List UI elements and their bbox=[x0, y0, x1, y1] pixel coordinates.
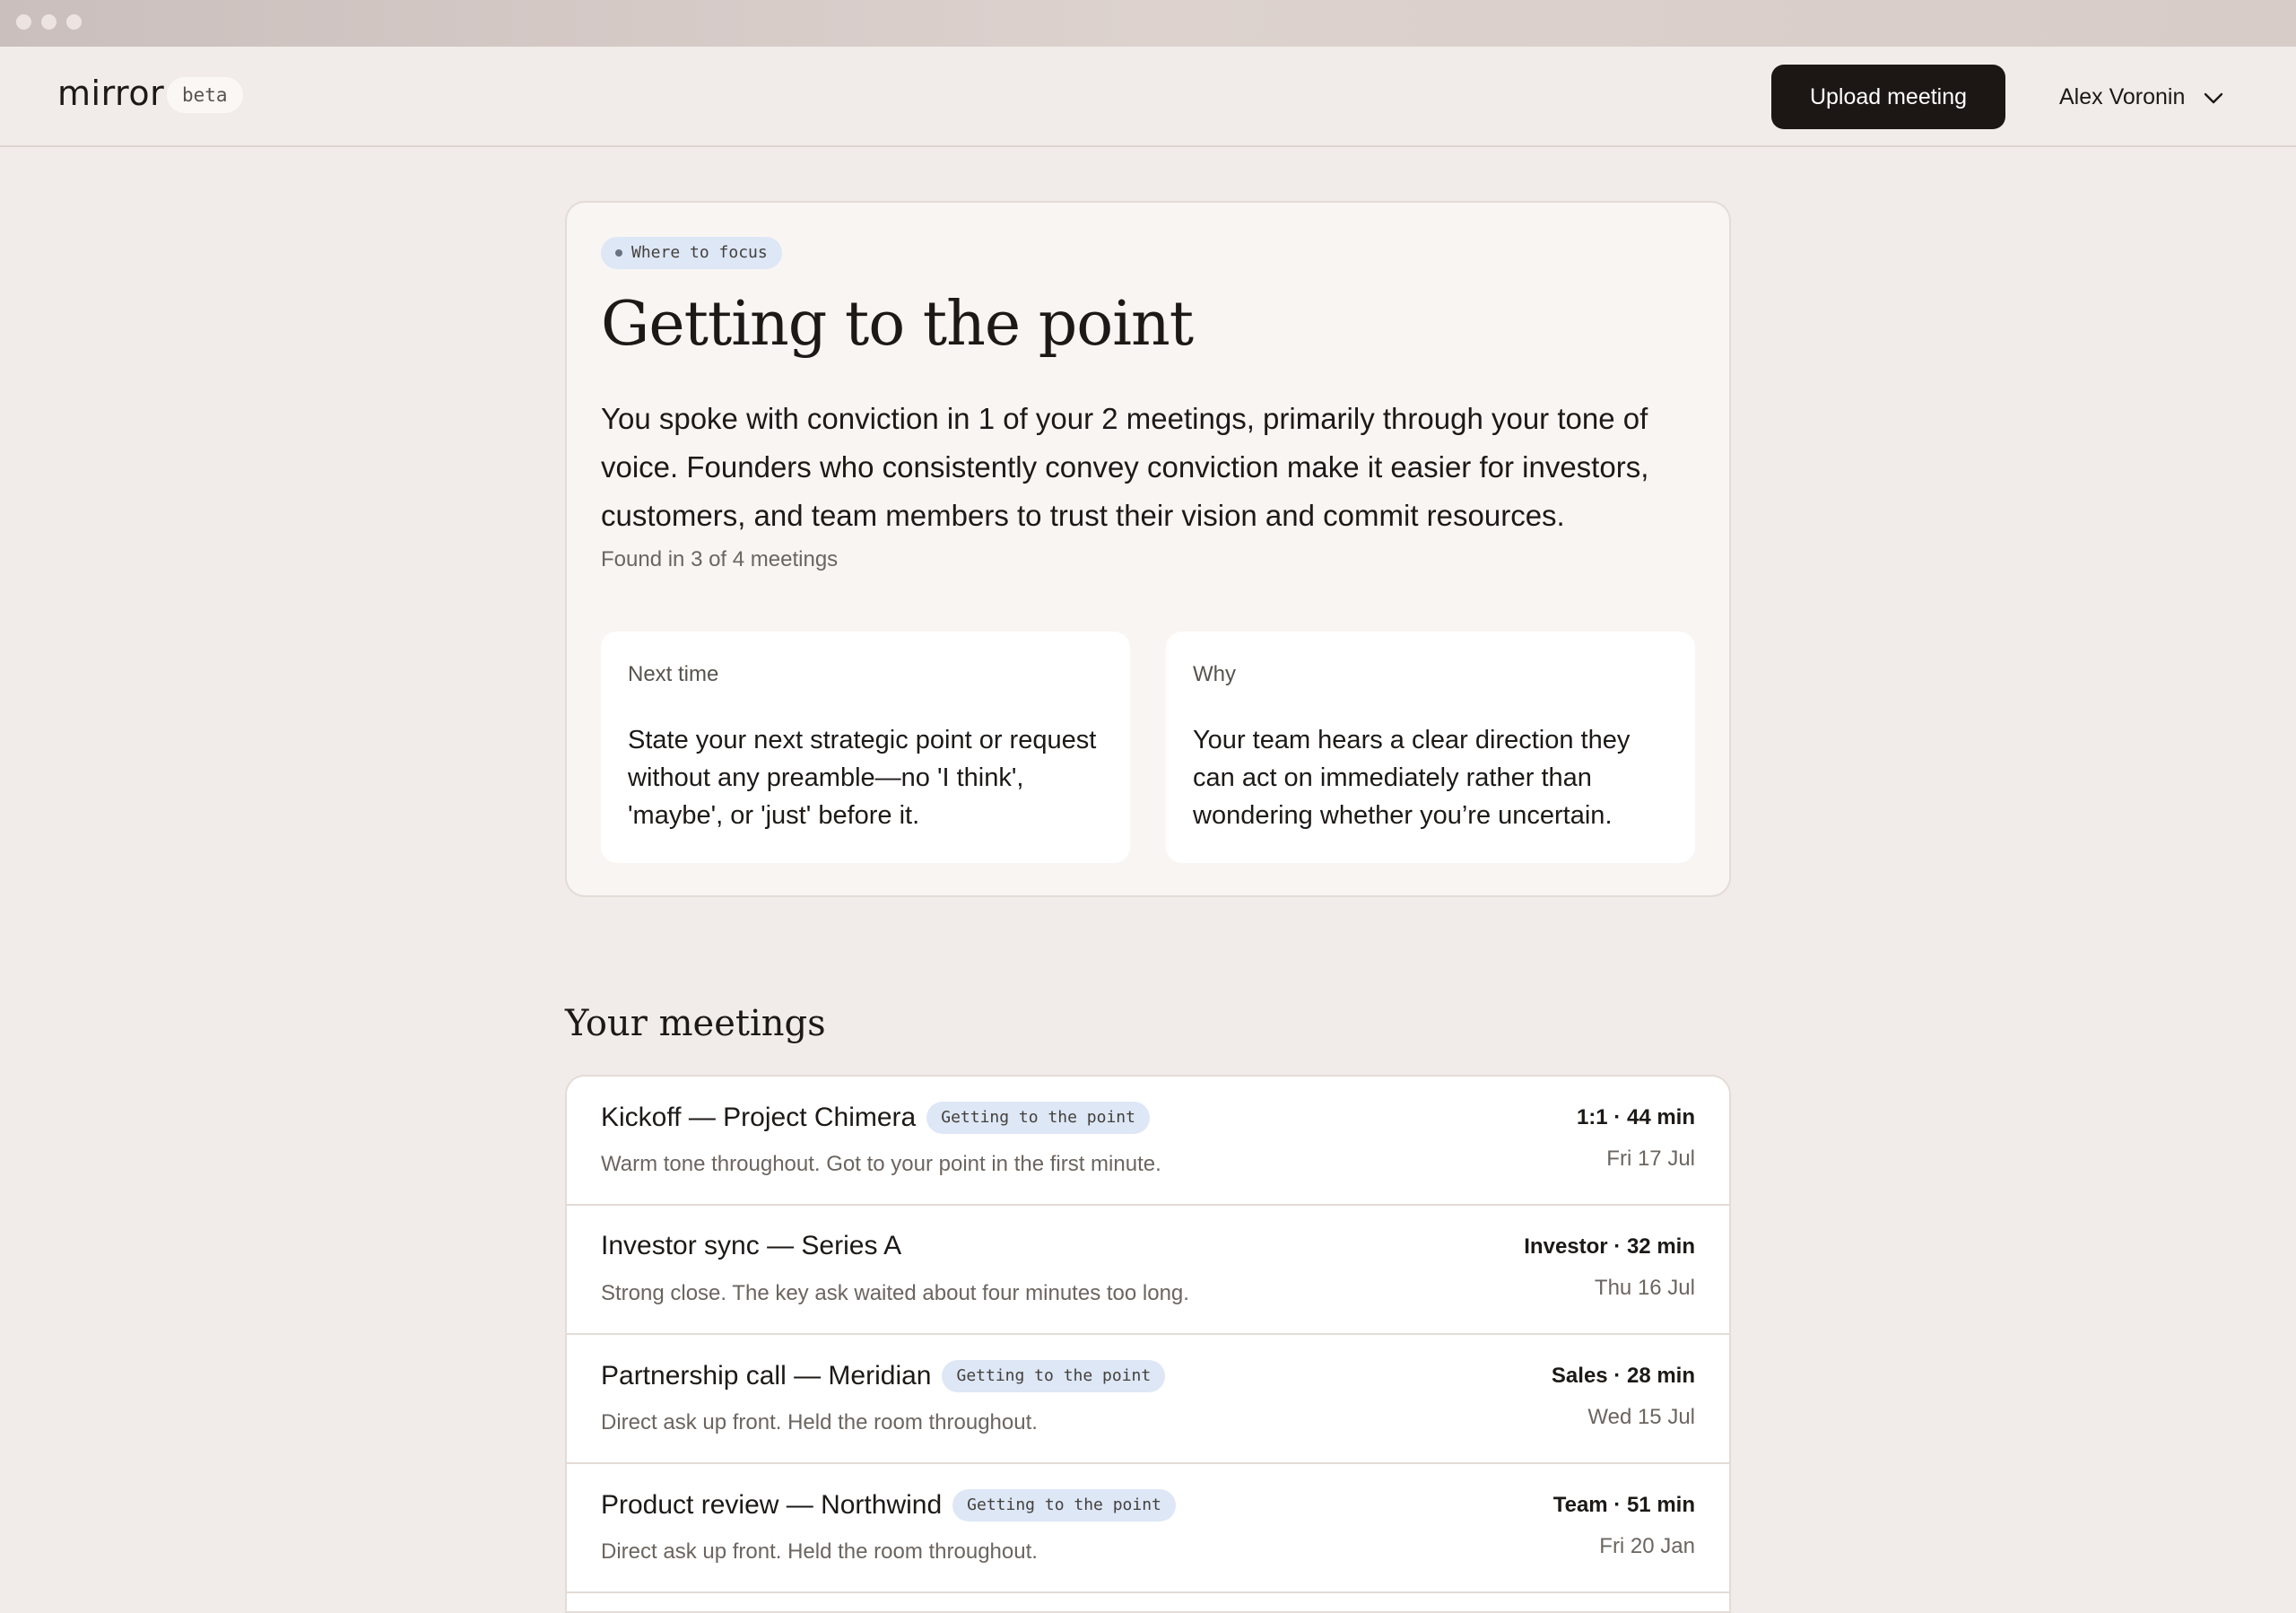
app-logo[interactable]: mirror bbox=[57, 74, 164, 113]
meeting-title-wrap: Kickoff — Project Chimera Getting to the … bbox=[601, 1102, 1150, 1134]
meeting-tag: Getting to the point bbox=[952, 1489, 1176, 1521]
meeting-date: Wed 15 Jul bbox=[1587, 1405, 1695, 1429]
meeting-title: Investor sync — Series A bbox=[601, 1231, 902, 1260]
meeting-date: Thu 16 Jul bbox=[1594, 1276, 1695, 1300]
meeting-title-wrap: Investor sync — Series A bbox=[601, 1231, 901, 1261]
why-label: Why bbox=[1193, 662, 1236, 686]
window-maximize-icon[interactable] bbox=[66, 14, 82, 30]
meeting-row[interactable]: Kickoff — Project Chimera Getting to the … bbox=[567, 1077, 1729, 1206]
meeting-date: Fri 17 Jul bbox=[1606, 1147, 1695, 1171]
focus-body: You spoke with conviction in 1 of your 2… bbox=[601, 402, 1649, 532]
focus-pill: Where to focus bbox=[601, 237, 782, 269]
why-text: Your team hears a clear direction they c… bbox=[1193, 726, 1631, 830]
focus-title: Getting to the point bbox=[601, 289, 1194, 360]
meeting-summary: Warm tone throughout. Got to your point … bbox=[601, 1152, 1161, 1176]
chevron-down-icon bbox=[2204, 65, 2223, 130]
dot-icon bbox=[615, 249, 622, 257]
upload-meeting-button[interactable]: Upload meeting bbox=[1771, 65, 2005, 129]
window-titlebar bbox=[0, 0, 2296, 47]
meeting-title: Partnership call — Meridian bbox=[601, 1361, 932, 1391]
meeting-date: Fri 20 Jan bbox=[1599, 1534, 1695, 1558]
why-card: Why Your team hears a clear direction th… bbox=[1166, 632, 1695, 863]
window-close-icon[interactable] bbox=[16, 14, 31, 30]
meeting-row[interactable]: Investor sync — Series A Strong close. T… bbox=[567, 1206, 1729, 1335]
user-name: Alex Voronin bbox=[2059, 84, 2186, 109]
meeting-title-wrap: Product review — Northwind Getting to the… bbox=[601, 1489, 1176, 1521]
meeting-type-duration: Team · 51 min bbox=[1552, 1493, 1695, 1517]
meeting-title: Product review — Northwind bbox=[601, 1490, 943, 1520]
meeting-row[interactable]: Partnership call — Meridian Getting to th… bbox=[567, 1335, 1729, 1464]
meeting-summary: Direct ask up front. Held the room throu… bbox=[601, 1539, 1038, 1564]
top-nav: mirror beta Upload meeting Alex Voronin bbox=[0, 47, 2296, 147]
meeting-tag: Getting to the point bbox=[926, 1102, 1150, 1134]
user-menu[interactable]: Alex Voronin bbox=[2059, 65, 2223, 129]
meeting-row[interactable]: Product review — Northwind Getting to the… bbox=[567, 1464, 1729, 1593]
focus-pill-label: Where to focus bbox=[631, 243, 768, 262]
next-time-text: State your next strategic point or reque… bbox=[628, 726, 1097, 830]
next-time-card: Next time State your next strategic poin… bbox=[601, 632, 1130, 863]
meeting-type-duration: Investor · 32 min bbox=[1524, 1234, 1695, 1259]
focus-card: Where to focus Getting to the point You … bbox=[565, 201, 1731, 897]
meeting-summary: Strong close. The key ask waited about f… bbox=[601, 1281, 1189, 1305]
meetings-list: Kickoff — Project Chimera Getting to the … bbox=[565, 1075, 1731, 1613]
meetings-heading: Your meetings bbox=[565, 1003, 826, 1044]
window-minimize-icon[interactable] bbox=[41, 14, 57, 30]
meeting-summary: Direct ask up front. Held the room throu… bbox=[601, 1410, 1038, 1434]
meeting-type-duration: 1:1 · 44 min bbox=[1576, 1105, 1695, 1129]
beta-badge: beta bbox=[167, 77, 243, 113]
meeting-title: Kickoff — Project Chimera bbox=[601, 1103, 917, 1132]
meeting-title-wrap: Partnership call — Meridian Getting to th… bbox=[601, 1360, 1166, 1392]
meeting-tag: Getting to the point bbox=[942, 1360, 1166, 1392]
meeting-type-duration: Sales · 28 min bbox=[1551, 1364, 1695, 1388]
focus-found-count: Found in 3 of 4 meetings bbox=[601, 547, 839, 571]
next-time-label: Next time bbox=[628, 662, 719, 686]
